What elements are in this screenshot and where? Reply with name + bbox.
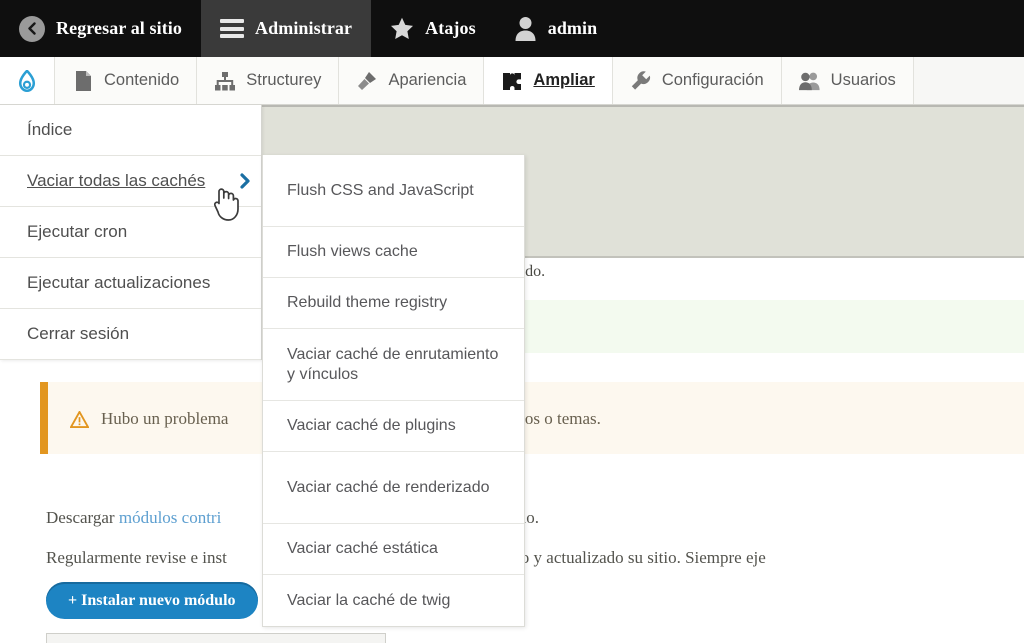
menu-item-indice[interactable]: Índice xyxy=(0,105,261,156)
screen-root: ado. Hubo un problema isponibles para su… xyxy=(0,0,1024,643)
submenu-label-vaciar-cache-estatica: Vaciar caché estática xyxy=(287,540,438,557)
menu-item-structurey[interactable]: Structurey xyxy=(197,57,340,104)
drupal-droplet-logo xyxy=(18,69,36,92)
menu-label-usuarios: Usuarios xyxy=(830,71,896,89)
sitemap-icon xyxy=(215,71,236,90)
paintbrush-icon xyxy=(358,71,377,90)
menu-label-apariencia: Apariencia xyxy=(388,71,467,89)
admin-toolbar: Regresar al sitio Administrar Atajos adm… xyxy=(0,0,1024,57)
submenu-item-vaciar-cache-estatica[interactable]: Vaciar caché estática xyxy=(263,524,524,575)
toolbar-label-atajos: Atajos xyxy=(425,18,476,38)
menu-item-ejecutar-actualizaciones[interactable]: Ejecutar actualizaciones xyxy=(0,258,261,309)
toolbar-label-admin-user: admin xyxy=(547,18,598,38)
install-button-label: + Instalar nuevo módulo xyxy=(68,591,236,609)
submenu-item-flush-css-js[interactable]: Flush CSS and JavaScript xyxy=(263,155,524,227)
menu-item-apariencia[interactable]: Apariencia xyxy=(339,57,485,104)
submenu-label-vaciar-cache-plugins: Vaciar caché de plugins xyxy=(287,417,456,434)
submenu-item-vaciar-cache-plugins[interactable]: Vaciar caché de plugins xyxy=(263,401,524,452)
puzzle-piece-icon xyxy=(503,72,522,90)
cache-submenu: Flush CSS and JavaScript Flush views cac… xyxy=(262,155,525,627)
menu-item-cerrar-sesion[interactable]: Cerrar sesión xyxy=(0,309,261,360)
install-new-module-button[interactable]: + Instalar nuevo módulo xyxy=(46,582,258,619)
back-circle-icon xyxy=(19,15,45,42)
menu-label-vaciar-todas-las-caches: Vaciar todas las cachés xyxy=(27,171,206,190)
submenu-item-rebuild-theme-registry[interactable]: Rebuild theme registry xyxy=(263,278,524,329)
submenu-label-vaciar-cache-enrutamiento: Vaciar caché de enrutamiento y vínculos xyxy=(287,345,499,383)
users-icon xyxy=(798,72,820,90)
toolbar-item-back-to-site[interactable]: Regresar al sitio xyxy=(0,0,201,57)
menu-label-ejecutar-cron: Ejecutar cron xyxy=(27,222,128,241)
admin-dropdown-menu: Índice Vaciar todas las cachés Ejecutar … xyxy=(0,105,262,360)
menu-label-ejecutar-actualizaciones: Ejecutar actualizaciones xyxy=(27,273,211,292)
submenu-label-rebuild-theme-registry: Rebuild theme registry xyxy=(287,294,448,311)
menu-item-ejecutar-cron[interactable]: Ejecutar cron xyxy=(0,207,261,258)
para1-prefix: Descargar xyxy=(46,508,119,527)
wrench-icon xyxy=(631,70,650,90)
submenu-label-vaciar-cache-renderizado: Vaciar caché de renderizado xyxy=(287,478,490,496)
submenu-label-flush-views-cache: Flush views cache xyxy=(287,243,418,260)
toolbar-item-admin-user[interactable]: admin xyxy=(495,0,617,57)
submenu-label-vaciar-cache-twig: Vaciar la caché de twig xyxy=(287,591,451,609)
user-icon xyxy=(514,16,537,41)
menu-label-cerrar-sesion: Cerrar sesión xyxy=(27,324,130,343)
toolbar-item-administrar[interactable]: Administrar xyxy=(201,0,372,57)
toolbar-label-administrar: Administrar xyxy=(255,18,353,38)
bottom-panel xyxy=(46,633,386,643)
menu-label-indice: Índice xyxy=(27,120,73,139)
menu-label-configuracion: Configuración xyxy=(661,71,764,89)
menu-label-structurey: Structurey xyxy=(246,71,322,89)
menu-label-contenido: Contenido xyxy=(104,71,180,89)
submenu-item-vaciar-cache-twig[interactable]: Vaciar la caché de twig xyxy=(263,575,524,626)
toolbar-item-atajos[interactable]: Atajos xyxy=(371,0,495,57)
drupal-logo-button[interactable] xyxy=(0,57,55,104)
menu-item-vaciar-todas-las-caches[interactable]: Vaciar todas las cachés xyxy=(0,156,261,207)
submenu-item-vaciar-cache-enrutamiento[interactable]: Vaciar caché de enrutamiento y vínculos xyxy=(263,329,524,401)
submenu-label-flush-css-js: Flush CSS and JavaScript xyxy=(287,181,474,199)
menu-item-usuarios[interactable]: Usuarios xyxy=(781,57,914,104)
status-message-warning: Hubo un problema isponibles para sus mód… xyxy=(40,382,1024,454)
submenu-item-flush-views-cache[interactable]: Flush views cache xyxy=(263,227,524,278)
warning-triangle-icon xyxy=(70,410,89,428)
menu-item-ampliar[interactable]: Ampliar xyxy=(484,57,613,104)
warning-prefix: Hubo un problema xyxy=(101,409,229,428)
para2-prefix: Regularmente revise e inst xyxy=(46,548,227,567)
menu-label-ampliar: Ampliar xyxy=(533,71,595,89)
star-icon xyxy=(390,17,414,40)
menu-item-configuracion[interactable]: Configuración xyxy=(612,57,782,104)
hamburger-icon xyxy=(220,19,245,38)
para1-link[interactable]: módulos contri xyxy=(119,508,221,527)
menu-item-contenido[interactable]: Contenido xyxy=(55,57,198,104)
admin-menu-bar: Contenido Structurey Apariencia Ampliar … xyxy=(0,57,1024,105)
submenu-item-vaciar-cache-renderizado[interactable]: Vaciar caché de renderizado xyxy=(263,452,524,524)
toolbar-label-back-to-site: Regresar al sitio xyxy=(56,18,183,38)
chevron-right-icon xyxy=(240,173,250,189)
document-icon xyxy=(76,70,91,91)
